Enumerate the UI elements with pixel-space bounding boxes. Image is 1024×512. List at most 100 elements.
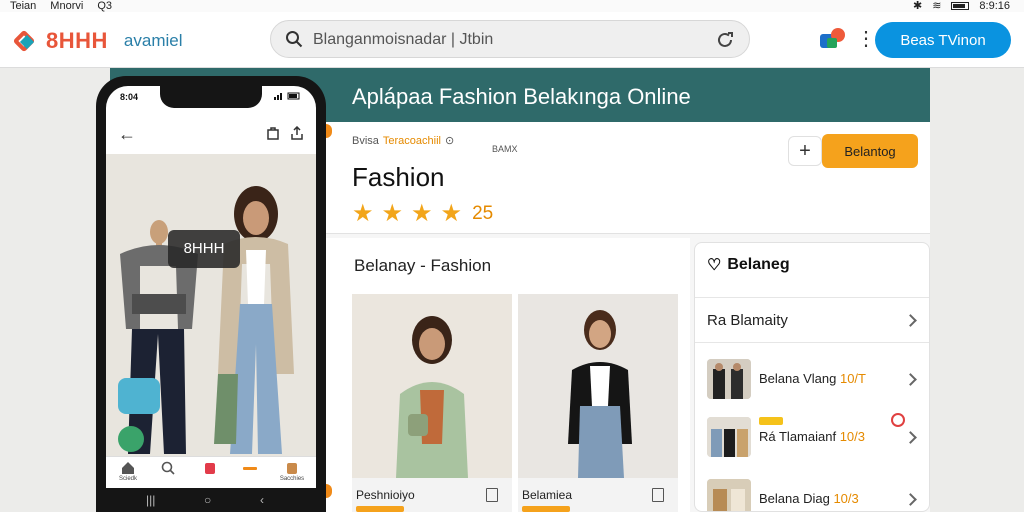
nav-search[interactable]: [154, 461, 182, 475]
nav-home[interactable]: Sciedk: [114, 461, 142, 482]
card-price-bar: [356, 506, 404, 512]
profile-icon: [287, 463, 297, 474]
back-arrow-icon[interactable]: ←: [118, 124, 136, 145]
card-price-bar: [522, 506, 570, 512]
list-item[interactable]: Belana Vlang 10/T: [695, 349, 929, 407]
refresh-icon[interactable]: [715, 30, 735, 50]
bag-icon: [205, 463, 215, 474]
back-icon[interactable]: ‹: [260, 493, 264, 507]
phone-screen: 8:04 ← 8HHH Sciedk Sacchies ||| ○ ‹: [106, 86, 316, 512]
star-icon: ★: [381, 200, 404, 227]
list-item[interactable]: Rá Tlamaianf 10/3: [695, 407, 929, 465]
os-time: 8:9:16: [979, 0, 1010, 12]
add-button[interactable]: +: [788, 136, 822, 166]
tag-icon: ♡: [707, 257, 722, 274]
os-item-3: Q3: [97, 0, 112, 12]
fashion-section: Belanay - Fashion Peshnioiyo Belamiea: [326, 238, 690, 512]
wifi-icon: ≋: [932, 0, 942, 12]
item-name: Belana Vlang 10/T: [759, 371, 866, 386]
os-item-1: Teian: [10, 0, 37, 12]
logo-subtitle: avamiel: [123, 31, 183, 50]
side-panel-title: Belaneg: [727, 256, 790, 273]
star-icon: ★: [411, 200, 433, 227]
banner-title: Aplápaa Fashion Belakınga Online: [352, 84, 691, 109]
card-name[interactable]: Peshnioiyo: [356, 488, 415, 502]
chat-button[interactable]: [118, 378, 160, 414]
item-name: Rá Tlamaianf 10/3: [759, 429, 866, 444]
chevron-right-icon: [904, 493, 917, 506]
meta-right: BAMX: [492, 144, 518, 154]
more-options-icon[interactable]: ⋮: [856, 26, 876, 51]
battery-icon: [951, 2, 970, 10]
meta-prefix: Bvisa: [352, 134, 379, 147]
phone-status-icons: [274, 92, 300, 100]
notification-dot-icon: [891, 413, 905, 427]
item-badge: [759, 417, 783, 425]
header-cta-button[interactable]: Beas TVinon: [875, 22, 1011, 58]
nav-label: Sciedk: [118, 476, 137, 482]
home-button-icon[interactable]: ○: [204, 493, 211, 507]
app-switcher-icon[interactable]: [818, 26, 848, 52]
rating-stars: ★ ★ ★ ★ 25: [352, 202, 493, 226]
os-status-right: ✱ ≋ 8:9:16: [913, 0, 1010, 12]
share-icon[interactable]: [290, 126, 304, 140]
product-meta: Bvisa Teracoachiil ⊙: [352, 134, 455, 148]
logo[interactable]: 8HHH avamiel: [12, 28, 183, 54]
product-photo[interactable]: [352, 294, 512, 478]
item-thumbnail: [707, 479, 751, 511]
search-input[interactable]: [313, 28, 703, 52]
info-icon: ⊙: [445, 135, 455, 147]
list-item[interactable]: Belana Diag 10/3: [695, 469, 929, 511]
product-header: Bvisa Teracoachiil ⊙ BAMX Fashion ★ ★ ★ …: [326, 122, 930, 234]
nav-label: Sacchies: [279, 476, 305, 482]
phone-mockup: 8:04 ← 8HHH Sciedk Sacchies ||| ○ ‹: [96, 76, 326, 512]
meta-tag[interactable]: Teracoachiil: [383, 135, 441, 147]
product-title: Fashion: [352, 162, 445, 192]
recent-apps-icon[interactable]: |||: [146, 493, 155, 507]
chevron-right-icon: [904, 373, 917, 386]
side-panel-row-label: Ra Blamaity: [707, 312, 788, 329]
side-panel-header: ♡ Belaneg: [707, 255, 790, 275]
chevron-right-icon: [904, 431, 917, 444]
phone-overlay-label: 8HHH: [168, 230, 240, 268]
search-icon[interactable]: [285, 30, 303, 48]
bluetooth-icon: ✱: [912, 0, 923, 12]
item-thumbnail: [707, 359, 751, 399]
bag-icon[interactable]: [266, 126, 280, 140]
search-icon: [161, 461, 175, 475]
rating-value: 25: [472, 203, 494, 224]
minus-icon: [243, 467, 257, 470]
star-icon: ★: [440, 200, 463, 227]
phone-bottom-nav: Sciedk Sacchies: [106, 456, 316, 488]
bookmark-icon[interactable]: [652, 488, 664, 502]
home-icon: [122, 462, 134, 474]
side-panel-row[interactable]: Ra Blamaity: [695, 297, 929, 343]
product-card[interactable]: Peshnioiyo: [352, 294, 512, 512]
item-name: Belana Diag 10/3: [759, 491, 859, 506]
star-icon: ★: [352, 200, 374, 227]
search-bar[interactable]: [270, 20, 750, 58]
os-status-bar: Teian Mnorvi Q3 ✱ ≋ 8:9:16: [0, 0, 1024, 12]
action-button[interactable]: [118, 426, 144, 452]
phone-notch: [160, 86, 262, 108]
phone-system-nav: ||| ○ ‹: [106, 488, 316, 512]
os-status-left: Teian Mnorvi Q3: [10, 0, 112, 12]
nav-profile[interactable]: Sacchies: [278, 461, 306, 482]
product-photo[interactable]: [518, 294, 678, 478]
logo-mark-icon: [12, 29, 38, 53]
nav-bag[interactable]: [196, 461, 224, 475]
section-title: Belanay - Fashion: [354, 256, 492, 275]
bookmark-icon[interactable]: [486, 488, 498, 502]
product-card[interactable]: Belamiea: [518, 294, 678, 512]
card-name[interactable]: Belamiea: [522, 488, 572, 502]
chevron-right-icon: [904, 314, 917, 327]
phone-time: 8:04: [120, 92, 139, 102]
buy-button[interactable]: Belantog: [822, 134, 918, 168]
side-panel: ♡ Belaneg Ra Blamaity Belana Vlang 10/T …: [694, 242, 930, 512]
logo-text: 8HHH: [46, 28, 108, 53]
os-item-2: Mnorvi: [50, 0, 84, 12]
nav-progress[interactable]: [236, 461, 264, 475]
app-header: 8HHH avamiel ⋮ Beas TVinon: [0, 12, 1024, 68]
phone-top-bar: ←: [106, 116, 316, 152]
item-thumbnail: [707, 417, 751, 457]
